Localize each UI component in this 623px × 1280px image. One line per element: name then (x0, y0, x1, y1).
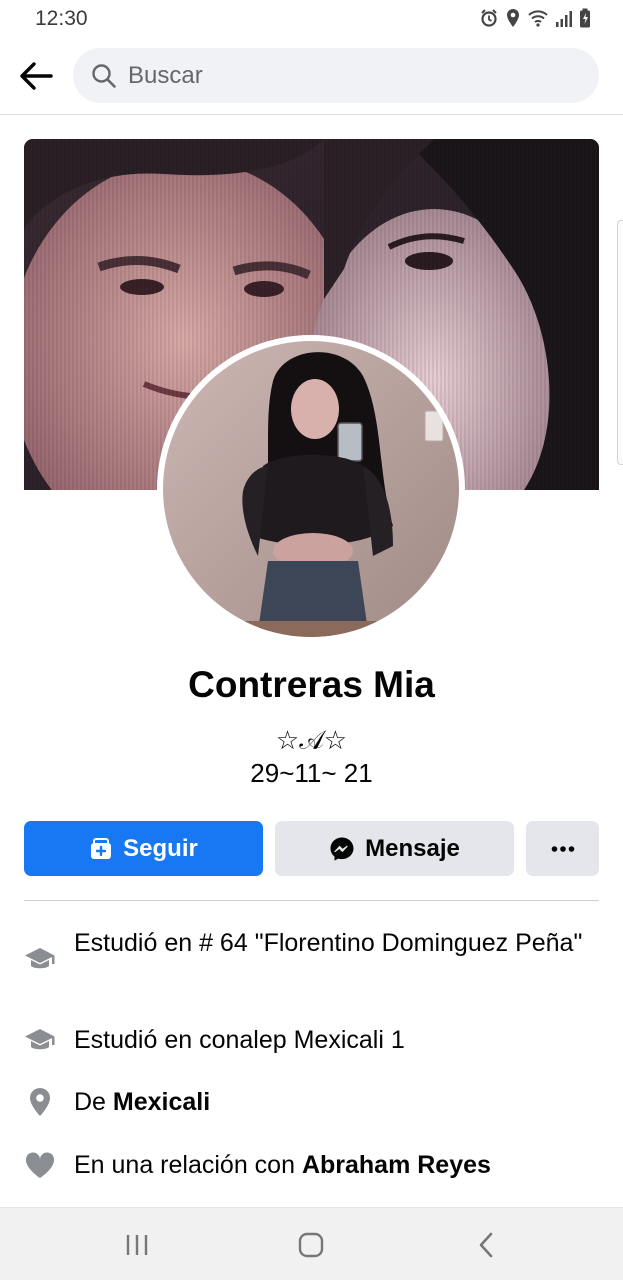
messenger-icon (330, 837, 354, 861)
status-bar: 12:30 (0, 0, 623, 38)
detail-text: Estudió en conalep Mexicali 1 (74, 1026, 405, 1054)
back-arrow-icon (20, 62, 53, 90)
system-back-button[interactable] (466, 1228, 506, 1262)
more-dots-icon (551, 845, 574, 852)
follow-button[interactable]: Seguir (24, 821, 263, 876)
bio-line-1: ☆𝒜☆ (275, 725, 348, 755)
detail-text: De Mexicali (74, 1086, 594, 1119)
profile-name: Contreras Mia (188, 664, 435, 705)
follow-box-icon (91, 837, 112, 859)
search-placeholder: Buscar (128, 61, 203, 89)
home-button[interactable] (291, 1228, 331, 1262)
hometown-link[interactable]: Mexicali (113, 1088, 210, 1116)
recent-apps-icon (126, 1235, 148, 1255)
signal-icon (556, 11, 572, 27)
bio-line-2: 29~11~ 21 (250, 758, 373, 788)
system-nav-bar (0, 1207, 623, 1280)
heart-icon (25, 1152, 55, 1178)
follow-label: Seguir (123, 834, 198, 862)
location-icon (507, 9, 519, 27)
message-button[interactable]: Mensaje (275, 821, 514, 876)
scroll-indicator[interactable] (617, 220, 623, 465)
more-options-button[interactable] (526, 821, 599, 876)
status-time: 12:30 (35, 7, 88, 30)
system-back-icon (479, 1232, 493, 1258)
back-button[interactable] (16, 56, 56, 96)
profile-picture[interactable] (157, 335, 465, 643)
wifi-icon (528, 10, 548, 27)
alarm-icon (481, 9, 497, 27)
status-icons (479, 8, 591, 28)
search-input[interactable]: Buscar (73, 48, 599, 103)
divider (24, 900, 599, 901)
top-bar: Buscar (0, 38, 623, 115)
battery-icon (580, 8, 590, 28)
location-pin-icon (30, 1088, 50, 1116)
detail-prefix: En una relación con (74, 1151, 302, 1179)
graduation-cap-icon (25, 948, 55, 969)
home-icon (298, 1232, 324, 1258)
message-label: Mensaje (365, 834, 460, 862)
graduation-cap-icon (25, 1029, 55, 1050)
partner-link[interactable]: Abraham Reyes (302, 1151, 491, 1179)
detail-text: Estudió en # 64 "Florentino Dominguez Pe… (74, 929, 583, 957)
detail-prefix: De (74, 1088, 113, 1116)
detail-text: En una relación con Abraham Reyes (74, 1149, 594, 1182)
recent-apps-button[interactable] (117, 1228, 157, 1262)
search-icon (92, 63, 116, 88)
